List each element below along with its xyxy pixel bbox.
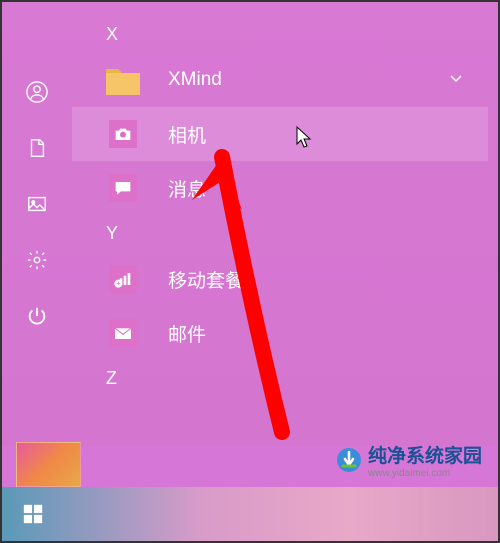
taskbar xyxy=(2,487,498,541)
messages-icon xyxy=(102,167,144,209)
start-sidebar xyxy=(2,2,72,446)
watermark: 纯净系统家园 www.yidaimei.com xyxy=(336,441,482,479)
pictures-icon[interactable] xyxy=(25,192,49,216)
section-header-y[interactable]: Y xyxy=(72,215,488,252)
app-label: 邮件 xyxy=(168,320,206,347)
section-header-x[interactable]: X xyxy=(72,16,488,53)
svg-text:+: + xyxy=(117,282,121,288)
folder-icon xyxy=(102,59,144,101)
app-item-mail[interactable]: 邮件 xyxy=(72,306,488,360)
app-label: 移动套餐 xyxy=(168,266,244,293)
power-icon[interactable] xyxy=(25,304,49,328)
app-item-xmind[interactable]: XMind xyxy=(72,53,488,107)
signal-icon: + xyxy=(102,258,144,300)
start-button[interactable] xyxy=(2,487,64,541)
app-item-mobile[interactable]: + 移动套餐 xyxy=(72,252,488,306)
user-account-icon[interactable] xyxy=(25,80,49,104)
watermark-text: 纯净系统家园 xyxy=(368,441,482,468)
taskbar-preview[interactable] xyxy=(16,442,81,487)
watermark-logo-icon xyxy=(336,447,362,473)
settings-icon[interactable] xyxy=(25,248,49,272)
apps-list: X XMind 相机 消息 Y + xyxy=(72,2,498,446)
chevron-down-icon xyxy=(448,70,464,91)
watermark-url: www.yidaimei.com xyxy=(368,468,482,479)
documents-icon[interactable] xyxy=(25,136,49,160)
section-header-z[interactable]: Z xyxy=(72,360,488,397)
mail-icon xyxy=(102,312,144,354)
app-label: 消息 xyxy=(168,175,206,202)
cursor-icon xyxy=(296,126,314,152)
start-menu: X XMind 相机 消息 Y + xyxy=(2,2,498,446)
app-item-messages[interactable]: 消息 xyxy=(72,161,488,215)
app-item-camera[interactable]: 相机 xyxy=(72,107,488,161)
app-label: 相机 xyxy=(168,121,206,148)
app-label: XMind xyxy=(168,69,222,91)
camera-icon xyxy=(102,113,144,155)
